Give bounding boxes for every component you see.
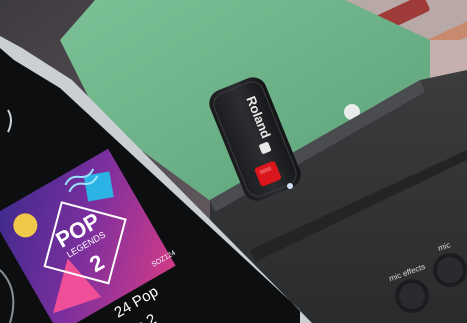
dongle-status-light xyxy=(287,183,293,189)
photo-canvas: mic effects mic Roland POP LEGENDS 2 SOZ… xyxy=(0,0,467,323)
photo-scene: mic effects mic Roland POP LEGENDS 2 SOZ… xyxy=(0,0,467,323)
